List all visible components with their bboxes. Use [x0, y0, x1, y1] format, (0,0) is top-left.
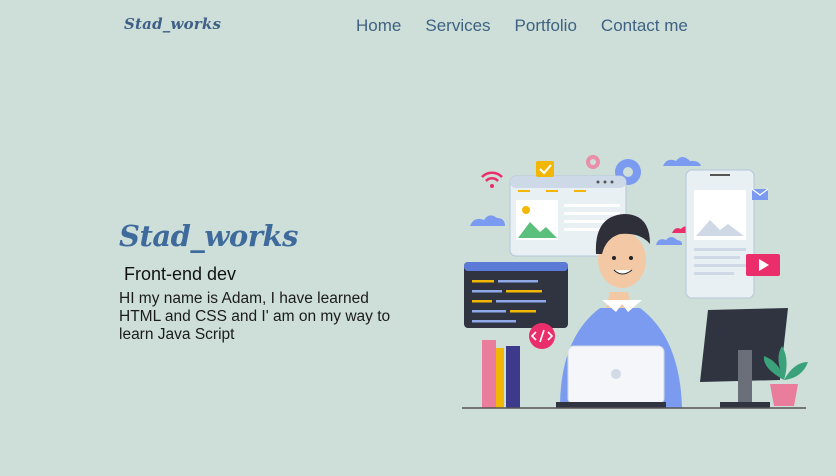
check-icon: [536, 161, 554, 177]
developer-illustration: [462, 155, 808, 409]
hero-role: Front-end dev: [124, 264, 237, 284]
mail-icon: [751, 188, 769, 200]
nav-services[interactable]: Services: [425, 16, 490, 36]
play-icon: [746, 254, 780, 276]
books-icon: [482, 340, 520, 408]
main-nav: Home Services Portfolio Contact me: [356, 16, 712, 36]
laptop-icon: [556, 345, 666, 408]
nav-portfolio[interactable]: Portfolio: [515, 16, 577, 36]
phone-mockup: [685, 169, 755, 299]
site-logo[interactable]: Stad_works: [124, 15, 221, 33]
nav-home[interactable]: Home: [356, 16, 401, 36]
hero-bio: HI my name is Adam, I have learned HTML …: [119, 290, 391, 343]
hero-brand-title: Stad_works: [119, 219, 298, 253]
code-icon: [529, 323, 555, 349]
nav-contact[interactable]: Contact me: [601, 16, 688, 36]
wifi-icon: [481, 171, 503, 188]
code-editor: [464, 262, 568, 328]
